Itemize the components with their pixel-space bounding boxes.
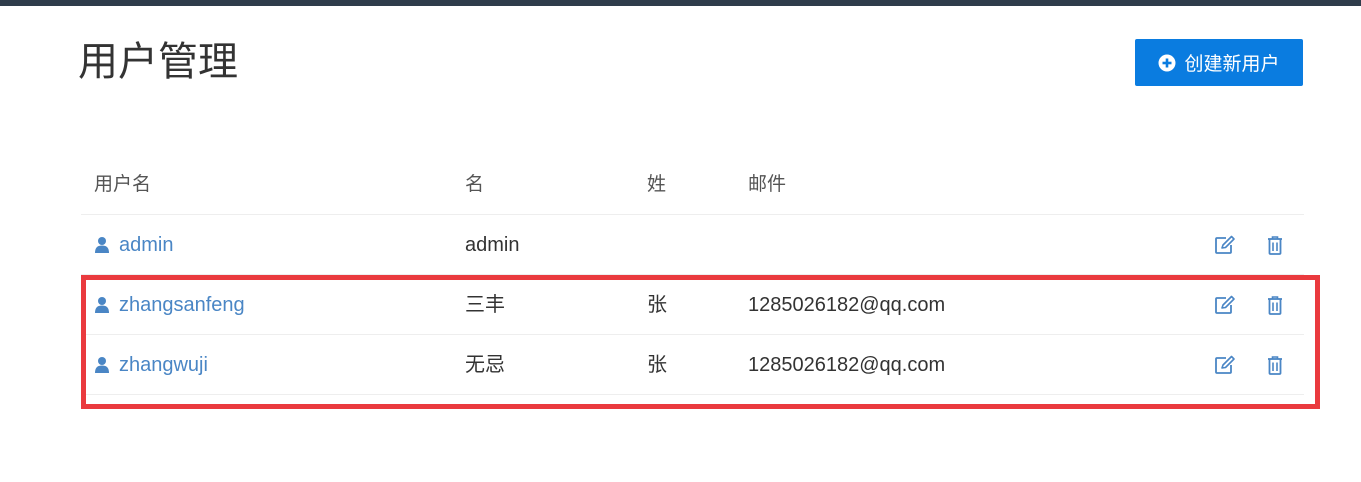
- username-link[interactable]: admin: [94, 215, 173, 275]
- plus-circle-icon: [1158, 54, 1176, 72]
- page-title: 用户管理: [78, 40, 238, 84]
- edit-icon[interactable]: [1214, 354, 1236, 376]
- username-cell: zhangsanfeng: [94, 275, 245, 335]
- user-icon: [94, 296, 110, 314]
- username-text: zhangsanfeng: [119, 294, 245, 316]
- table-row: zhangsanfeng 三丰 张 1285026182@qq.com: [81, 275, 1304, 335]
- table-row: zhangwuji 无忌 张 1285026182@qq.com: [81, 335, 1304, 395]
- first-name-cell: 无忌: [465, 354, 505, 376]
- username-link[interactable]: zhangsanfeng: [94, 275, 245, 335]
- edit-icon[interactable]: [1214, 234, 1236, 256]
- last-name-cell: 张: [647, 354, 667, 376]
- user-icon: [94, 236, 110, 254]
- header-email: 邮件: [748, 174, 787, 195]
- trash-icon[interactable]: [1264, 294, 1286, 316]
- email-cell: 1285026182@qq.com: [748, 294, 946, 316]
- header-username: 用户名: [94, 174, 152, 195]
- email-cell: 1285026182@qq.com: [748, 354, 946, 376]
- header-first-name: 名: [465, 174, 485, 195]
- last-name-cell: 张: [647, 294, 667, 316]
- username-cell: admin: [94, 215, 173, 275]
- top-bar: [0, 0, 1361, 6]
- table-row: admin admin: [81, 215, 1304, 275]
- row-actions: [1214, 335, 1286, 395]
- create-user-button[interactable]: 创建新用户: [1135, 39, 1303, 86]
- username-text: zhangwuji: [119, 354, 208, 376]
- row-actions: [1214, 275, 1286, 335]
- edit-icon[interactable]: [1214, 294, 1236, 316]
- users-table: 用户名 名 姓 邮件 admin admin zhangsanfeng 三丰 张…: [81, 155, 1304, 395]
- header-last-name: 姓: [647, 174, 667, 195]
- row-actions: [1214, 215, 1286, 275]
- table-header-row: 用户名 名 姓 邮件: [81, 155, 1304, 215]
- username-text: admin: [119, 234, 174, 256]
- first-name-cell: 三丰: [465, 294, 505, 316]
- first-name-cell: admin: [465, 234, 520, 256]
- user-icon: [94, 356, 110, 374]
- username-cell: zhangwuji: [94, 335, 208, 395]
- create-user-button-label: 创建新用户: [1184, 54, 1280, 75]
- username-link[interactable]: zhangwuji: [94, 335, 208, 395]
- trash-icon[interactable]: [1264, 234, 1286, 256]
- trash-icon[interactable]: [1264, 354, 1286, 376]
